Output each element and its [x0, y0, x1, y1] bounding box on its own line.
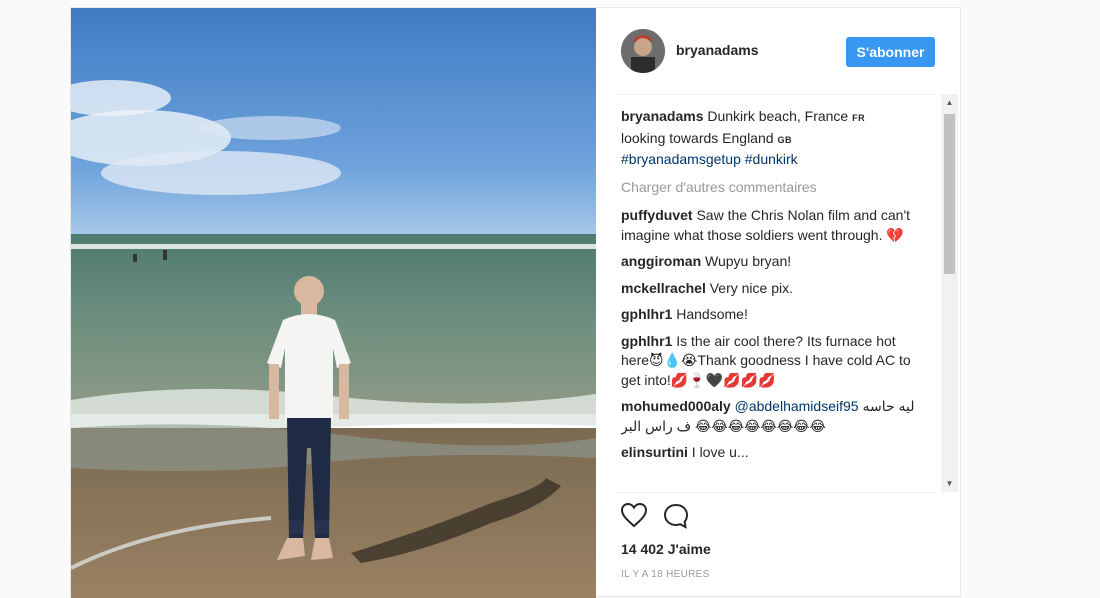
- caption-text: Dunkirk beach, France: [707, 108, 849, 124]
- list-item: elinsurtini I love u...: [621, 443, 921, 463]
- divider: [616, 94, 936, 95]
- speech-bubble-icon[interactable]: [662, 502, 690, 535]
- comment-username[interactable]: mckellrachel: [621, 280, 706, 296]
- instagram-post: bryanadams S'abonner bryanadams Dunkirk …: [70, 7, 961, 598]
- likes-count[interactable]: 14 402 J'aime: [621, 541, 711, 557]
- comment-username[interactable]: mohumed000aly: [621, 398, 731, 414]
- arrow-down-icon[interactable]: ▼: [941, 475, 958, 492]
- list-item: gphlhr1 Is the air cool there? Its furna…: [621, 332, 921, 391]
- comments-list: bryanadams Dunkirk beach, France FR look…: [621, 107, 921, 491]
- arrow-up-icon[interactable]: ▲: [941, 94, 958, 111]
- comment-text: Handsome!: [676, 306, 748, 322]
- list-item: anggiroman Wupyu bryan!: [621, 252, 921, 272]
- comment-text: Very nice pix.: [709, 279, 793, 296]
- caption-text-2: looking towards England: [621, 129, 774, 146]
- comment-mention[interactable]: @abdelhamidseif95: [735, 398, 859, 414]
- comment-username[interactable]: gphlhr1: [621, 333, 672, 349]
- comment-text: I love u...: [691, 444, 749, 460]
- load-more-comments[interactable]: Charger d'autres commentaires: [621, 178, 921, 198]
- post-photo[interactable]: [71, 8, 596, 598]
- comments-scrollbar[interactable]: ▲ ▼: [941, 94, 958, 492]
- caption-hashtags[interactable]: #bryanadamsgetup #dunkirk: [621, 151, 798, 167]
- post-header: bryanadams S'abonner: [596, 8, 960, 94]
- follow-button[interactable]: S'abonner: [846, 37, 935, 67]
- comment-username[interactable]: puffyduvet: [621, 207, 693, 223]
- list-item: mckellrachel Very nice pix.: [621, 279, 921, 299]
- post-timestamp: IL Y A 18 HEURES: [621, 569, 710, 580]
- comment-text: Wupyu bryan!: [705, 253, 792, 269]
- comment-username[interactable]: elinsurtini: [621, 444, 688, 460]
- flag-gb: GB: [777, 134, 792, 145]
- list-item: gphlhr1 Handsome!: [621, 305, 921, 325]
- scroll-thumb[interactable]: [944, 114, 955, 274]
- avatar[interactable]: [621, 29, 665, 73]
- heart-icon[interactable]: [620, 502, 648, 533]
- comment-username[interactable]: gphlhr1: [621, 306, 672, 322]
- flag-fr: FR: [852, 113, 866, 123]
- divider: [616, 492, 936, 493]
- post-username[interactable]: bryanadams: [676, 42, 758, 58]
- post-sidebar: bryanadams S'abonner bryanadams Dunkirk …: [596, 8, 960, 596]
- list-item: puffyduvet Saw the Chris Nolan film and …: [621, 206, 921, 245]
- caption: bryanadams Dunkirk beach, France FR look…: [621, 107, 921, 170]
- caption-username[interactable]: bryanadams: [621, 108, 703, 124]
- list-item: mohumed000aly @abdelhamidseif95 ليه حاسه…: [621, 397, 921, 436]
- comment-username[interactable]: anggiroman: [621, 253, 701, 269]
